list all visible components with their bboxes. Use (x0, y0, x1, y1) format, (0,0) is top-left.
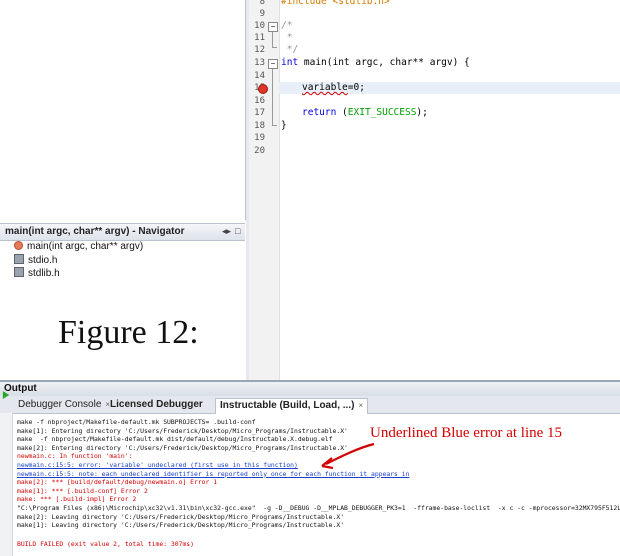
fold-guide (272, 47, 277, 48)
line-number: 16 (254, 96, 265, 106)
fold-guide (272, 69, 273, 126)
output-line-error: newmain.c: In function 'main': (17, 452, 133, 461)
minimize-icon[interactable]: ◂▸ (222, 226, 231, 237)
close-icon[interactable]: × (358, 401, 363, 410)
function-icon (14, 241, 23, 250)
line-number: 10 (254, 21, 265, 31)
figure-caption: Figure 12: (58, 314, 199, 351)
navigator-panel: main(int argc, char** argv) - Navigator … (0, 223, 245, 381)
output-line: make[1]: Entering directory 'C:/Users/Fr… (17, 426, 348, 435)
fold-toggle-icon[interactable]: − (268, 59, 278, 69)
macro: EXIT_SUCCESS (347, 107, 417, 118)
output-line: make -f nbproject/Makefile-default.mk di… (17, 435, 333, 444)
line-number: 13 (254, 58, 265, 68)
output-line: make[2]: Entering directory 'C:/Users/Fr… (17, 443, 348, 452)
navigator-header: main(int argc, char** argv) - Navigator … (0, 224, 245, 241)
output-error-link[interactable]: newmain.c:15:5: error: 'variable' undecl… (17, 461, 298, 470)
annotation-label: Underlined Blue error at line 15 (370, 425, 563, 441)
code-text: ( (336, 107, 348, 118)
nav-item-label: main(int argc, char** argv) (27, 241, 144, 252)
navigator-item-main[interactable]: main(int argc, char** argv) (14, 241, 143, 252)
output-line: make[1]: Leaving directory 'C:/Users/Fre… (17, 521, 345, 530)
navigator-title: main(int argc, char** argv) - Navigator (5, 226, 185, 237)
output-panel: Output Debugger Console × Licensed Debugg… (0, 380, 620, 556)
line-number: 17 (254, 108, 265, 118)
header-file-icon (14, 267, 24, 277)
rerun-icon[interactable] (2, 391, 10, 399)
nav-item-label: stdlib.h (28, 268, 60, 279)
output-line: make[2]: Leaving directory 'C:/Users/Fre… (17, 512, 345, 521)
output-line: "C:\Program Files (x86)\Microchip\xc32\v… (17, 504, 620, 512)
code-line: */ (281, 44, 299, 55)
output-line-error: make[1]: *** [.build-conf] Error 2 (17, 486, 148, 495)
output-line-error: make: *** [.build-impl] Error 2 (17, 495, 137, 504)
keyword: int (281, 57, 299, 68)
header-file-icon (14, 254, 24, 264)
code-editor[interactable]: 8 9 10 11 12 13 14 15 16 17 18 19 20 − −… (249, 0, 620, 380)
code-line: #include <stdlib.h> (281, 0, 390, 7)
output-line: make -f nbproject/Makefile-default.mk SU… (17, 418, 256, 426)
line-number: 14 (254, 71, 265, 81)
code-text: main(int argc, char** argv) { (298, 57, 470, 68)
fold-guide (272, 32, 273, 48)
line-number: 9 (259, 9, 265, 19)
line-number: 8 (259, 0, 265, 7)
code-line: } (281, 120, 287, 131)
navigator-item-stdlib[interactable]: stdlib.h (14, 267, 60, 279)
line-number: 12 (254, 45, 265, 55)
code-line: * (281, 32, 293, 43)
tab-debugger-console[interactable]: Debugger Console × (14, 398, 114, 413)
navigator-item-stdio[interactable]: stdio.h (14, 254, 57, 266)
line-number: 19 (254, 133, 265, 143)
tab-label: Debugger Console (18, 399, 102, 410)
maximize-icon[interactable]: □ (235, 226, 240, 236)
code-text: =0; (347, 82, 365, 93)
tab-label: Instructable (Build, Load, ...) (220, 400, 355, 411)
undeclared-identifier[interactable]: variable (302, 82, 348, 93)
build-status: BUILD FAILED (exit value 2, total time: … (17, 540, 194, 548)
code-line: /* (281, 20, 293, 31)
line-number: 18 (254, 121, 265, 131)
output-toolbar (0, 391, 13, 556)
code-line: int main(int argc, char** argv) { (281, 57, 470, 69)
error-badge-icon[interactable] (258, 84, 268, 94)
line-number: 11 (254, 33, 265, 43)
fold-toggle-icon[interactable]: − (268, 22, 278, 32)
output-header: Output (0, 382, 620, 396)
project-pane (0, 0, 246, 220)
tab-licensed-debugger[interactable]: Licensed Debugger (106, 398, 207, 413)
nav-item-label: stdio.h (28, 255, 58, 266)
output-line-error: make[2]: *** [build/default/debug/newmai… (17, 478, 218, 487)
line-number: 20 (254, 146, 265, 156)
keyword: return (302, 107, 337, 118)
code-text: ); (416, 107, 428, 118)
tab-label: Licensed Debugger (110, 399, 203, 410)
code-line-error: variable=0; (302, 82, 365, 94)
tab-instructable-build[interactable]: Instructable (Build, Load, ...) × (215, 398, 369, 414)
output-tabbar: Debugger Console × Licensed Debugger Inst… (0, 396, 620, 414)
annotation-arrow-icon (321, 442, 375, 470)
output-error-link[interactable]: newmain.c:15:5: note: each undeclared id… (17, 470, 409, 479)
code-line: return (EXIT_SUCCESS); (302, 107, 428, 119)
fold-guide (272, 125, 277, 126)
